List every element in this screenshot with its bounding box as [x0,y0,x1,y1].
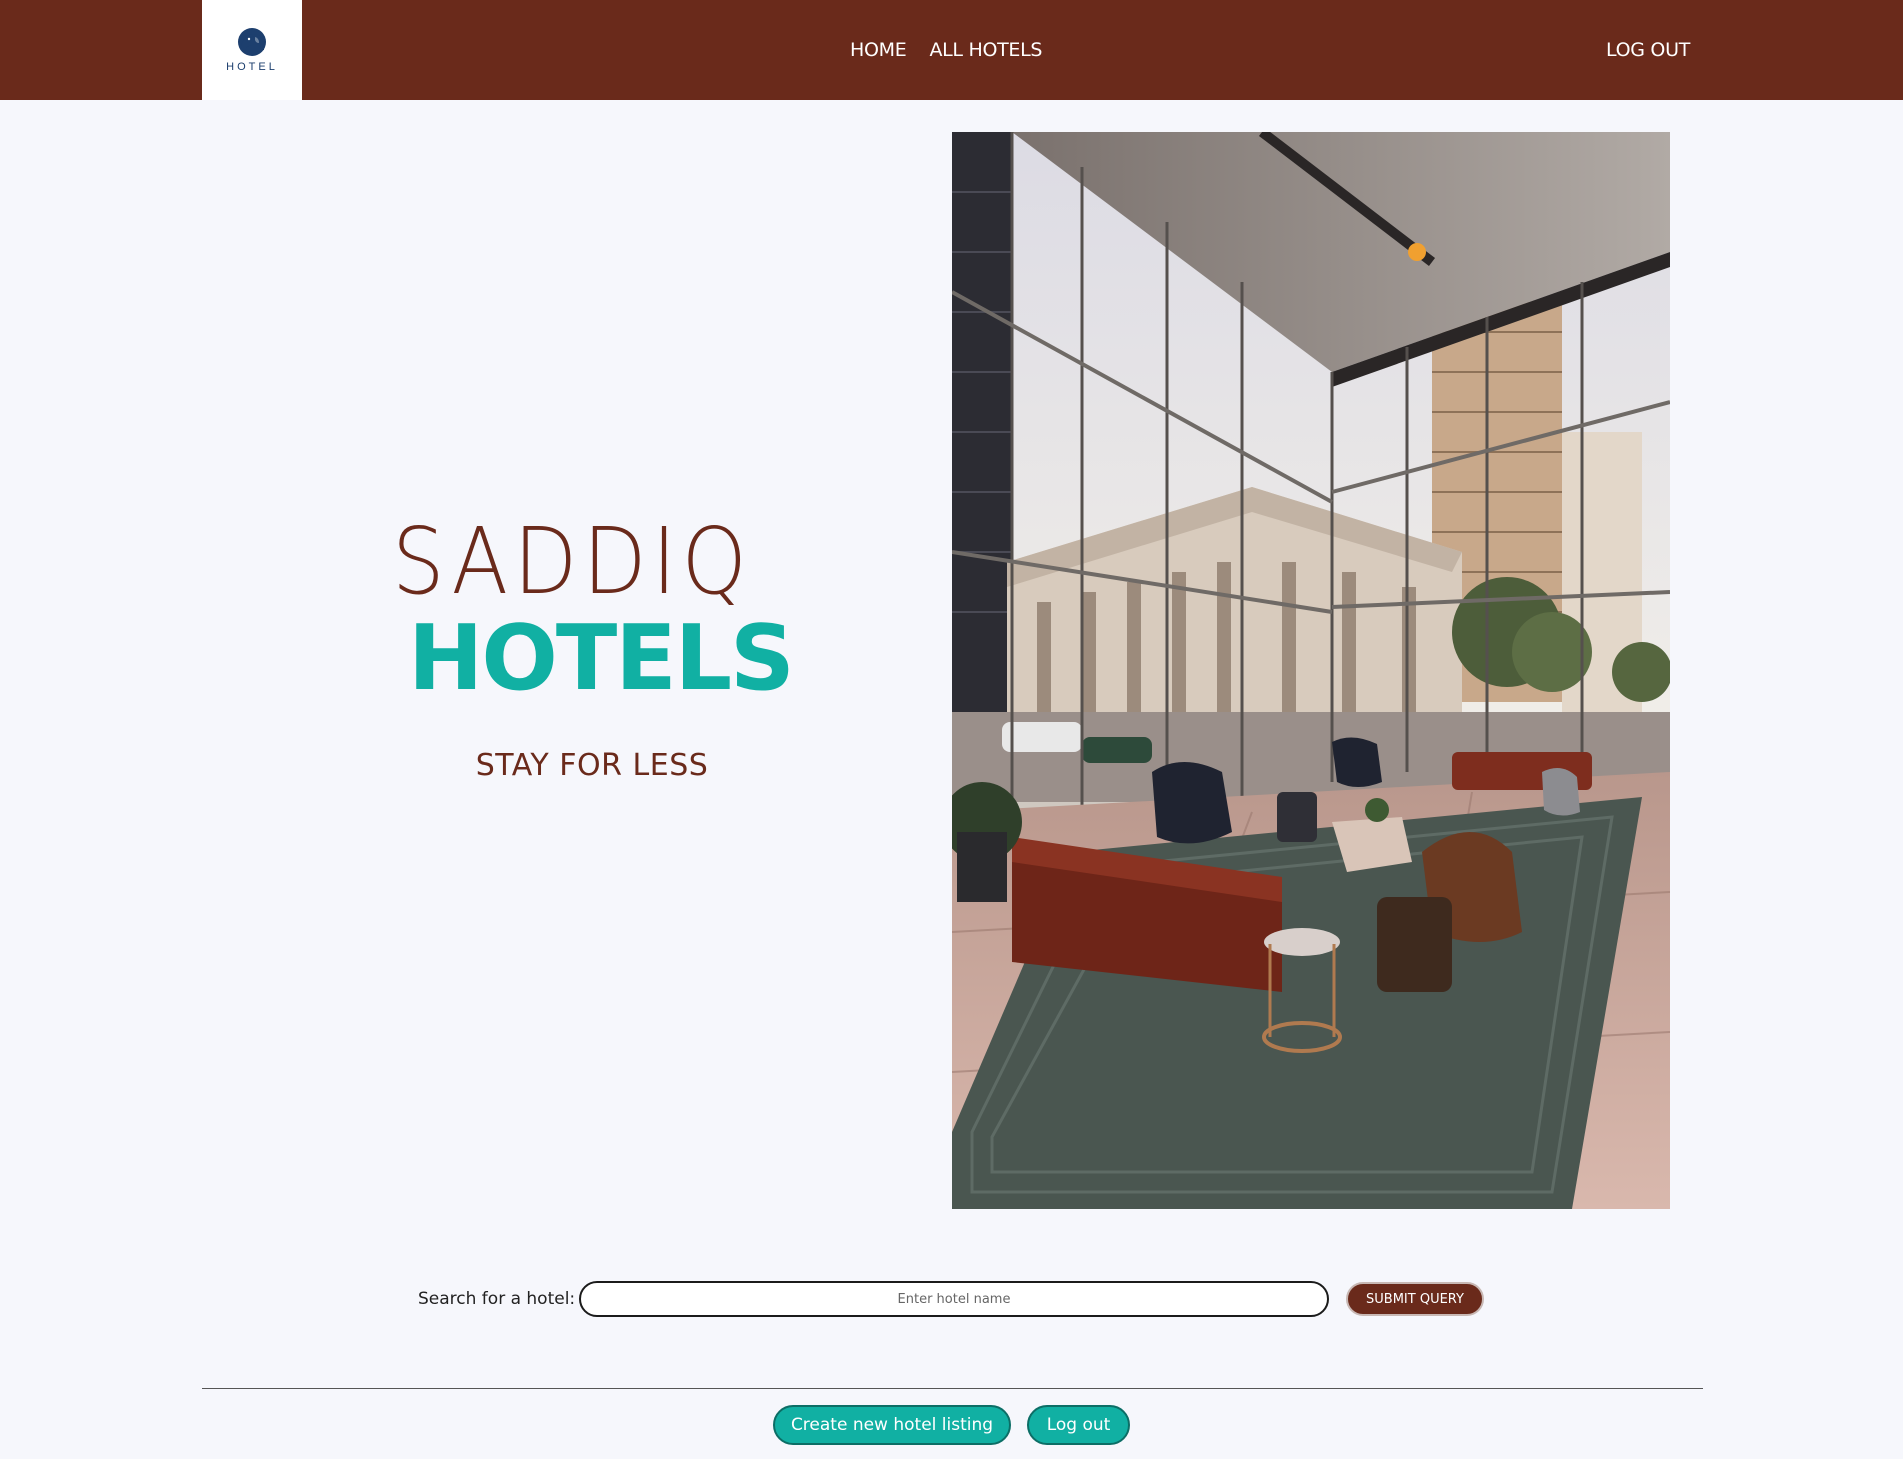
nav-logout-link[interactable]: LOG OUT [1606,39,1690,61]
search-label: Search for a hotel: [418,1289,576,1309]
tagline: STAY FOR LESS [475,748,709,783]
brand-title-saddiq: SADDIQ [392,516,792,608]
submit-query-button[interactable]: SUBMIT QUERY [1346,1282,1484,1316]
navbar: HOTEL HOME ALL HOTELS LOG OUT [0,0,1903,100]
hotel-logo[interactable]: HOTEL [202,0,302,100]
main-nav: HOME ALL HOTELS [850,0,1042,100]
elephant-logo-icon [238,28,266,56]
search-input[interactable] [579,1281,1329,1317]
nav-home-link[interactable]: HOME [850,39,907,61]
create-hotel-listing-button[interactable]: Create new hotel listing [773,1405,1011,1445]
footer-divider [202,1388,1703,1389]
search-bar: Search for a hotel: SUBMIT QUERY [0,1280,1903,1320]
brand-title-saddiq-text: SADDIQ [392,508,753,615]
nav-logout-container: LOG OUT [1606,0,1690,100]
footer-logout-button[interactable]: Log out [1027,1405,1130,1445]
footer-actions: Create new hotel listing Log out [0,1405,1903,1445]
hotel-lobby-photo [952,132,1670,1209]
brand-title-hotels: HOTELS [408,606,795,711]
nav-all-hotels-link[interactable]: ALL HOTELS [929,39,1042,61]
logo-text: HOTEL [226,61,278,73]
